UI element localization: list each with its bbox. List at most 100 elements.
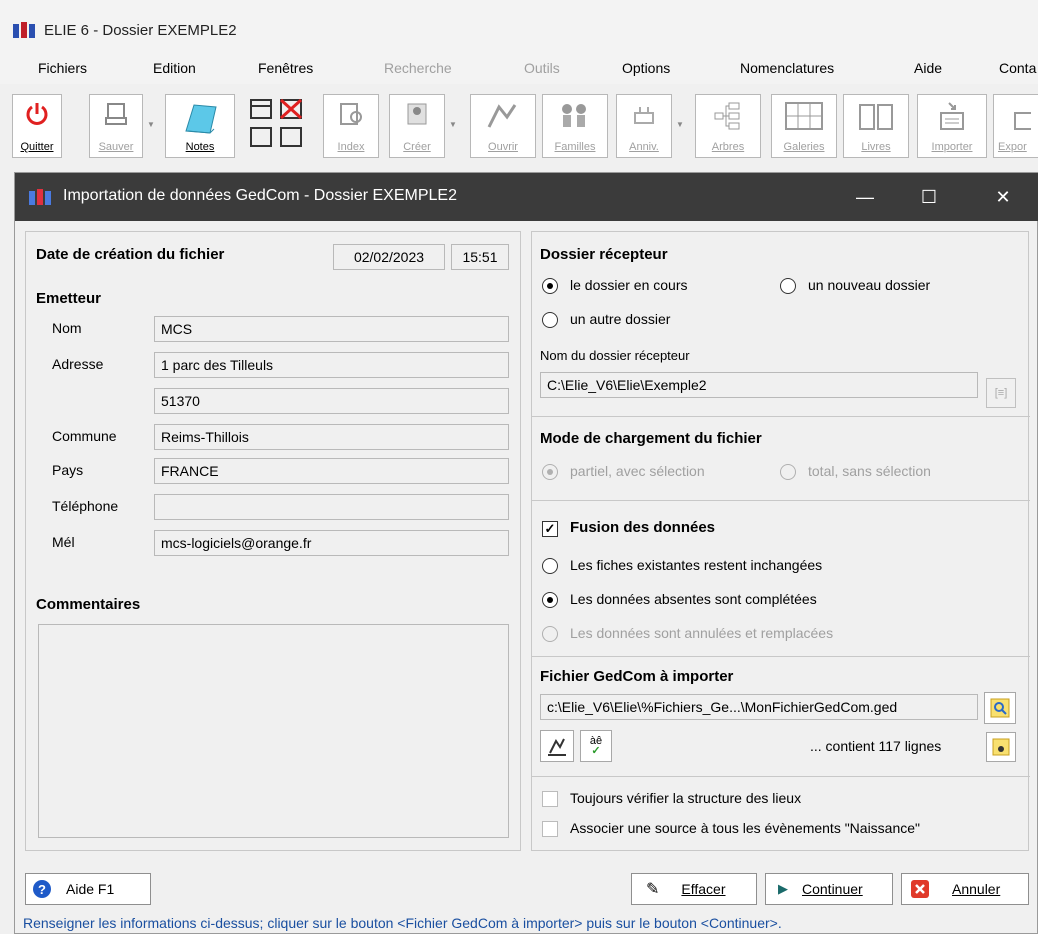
window-tiles-icon[interactable] bbox=[247, 98, 307, 156]
notes-button[interactable]: Notes bbox=[165, 94, 235, 158]
radio-donnees-remplacees[interactable] bbox=[542, 626, 558, 642]
continuer-button[interactable]: ▶ Continuer bbox=[765, 873, 893, 905]
gedcom-path-field: c:\Elie_V6\Elie\%Fichiers_Ge...\MonFichi… bbox=[540, 694, 978, 720]
person-icon bbox=[407, 103, 427, 125]
folder-browse-icon: [≡] bbox=[994, 387, 1008, 399]
cancel-icon bbox=[911, 880, 929, 898]
adresse-line1-field[interactable]: 1 parc des Tilleuls bbox=[154, 352, 509, 378]
nom-recepteur-field: C:\Elie_V6\Elie\Exemple2 bbox=[540, 372, 978, 398]
gedcom-browse-button[interactable] bbox=[984, 692, 1016, 724]
verifier-lieux-label: Toujours vérifier la structure des lieux bbox=[570, 790, 802, 806]
search-file-icon bbox=[990, 698, 1010, 718]
creer-button[interactable]: Créer bbox=[389, 94, 445, 158]
nom-recepteur-label: Nom du dossier récepteur bbox=[540, 348, 690, 363]
menu-fenetres[interactable]: Fenêtres bbox=[258, 60, 313, 76]
aide-button[interactable]: ? Aide F1 bbox=[25, 873, 151, 905]
radio-autre-dossier[interactable] bbox=[542, 312, 558, 328]
anniv-button[interactable]: Anniv. bbox=[616, 94, 672, 158]
index-button[interactable]: Index bbox=[323, 94, 379, 158]
export-button[interactable]: Expor bbox=[993, 94, 1038, 158]
creation-time-field: 15:51 bbox=[451, 244, 509, 270]
export-icon bbox=[1014, 112, 1031, 130]
app-logo-icon bbox=[13, 22, 35, 38]
menu-outils[interactable]: Outils bbox=[524, 60, 560, 76]
ouvrir-icon bbox=[487, 104, 517, 128]
app-title: ELIE 6 - Dossier EXEMPLE2 bbox=[44, 22, 237, 39]
commune-label: Commune bbox=[52, 428, 117, 444]
anniv-dropdown-icon[interactable]: ▼ bbox=[676, 120, 684, 129]
creation-date-label: Date de création du fichier bbox=[36, 246, 225, 263]
status-bar-text: Renseigner les informations ci-dessus; c… bbox=[23, 915, 782, 931]
quitter-button[interactable]: Quitter bbox=[12, 94, 62, 158]
emetteur-heading: Emetteur bbox=[36, 290, 102, 307]
import-icon bbox=[940, 102, 964, 130]
creation-date-field: 02/02/2023 bbox=[333, 244, 445, 270]
separator bbox=[532, 776, 1030, 777]
radio-donnees-completees[interactable] bbox=[542, 592, 558, 608]
adresse-line2-field[interactable]: 51370 bbox=[154, 388, 509, 414]
menu-recherche[interactable]: Recherche bbox=[384, 60, 452, 76]
radio-nouveau-dossier[interactable] bbox=[780, 278, 796, 294]
radio-total[interactable] bbox=[780, 464, 796, 480]
associer-source-checkbox[interactable] bbox=[542, 821, 558, 837]
gedcom-heading: Fichier GedCom à importer bbox=[540, 668, 734, 685]
menu-options[interactable]: Options bbox=[622, 60, 670, 76]
sauver-dropdown-icon[interactable]: ▼ bbox=[147, 120, 155, 129]
mel-field[interactable]: mcs-logiciels@orange.fr bbox=[154, 530, 509, 556]
nom-label: Nom bbox=[52, 320, 82, 336]
ouvrir-button[interactable]: Ouvrir bbox=[470, 94, 536, 158]
gedcom-view-button[interactable] bbox=[986, 732, 1016, 762]
minimize-icon[interactable]: — bbox=[845, 183, 885, 211]
telephone-label: Téléphone bbox=[52, 498, 119, 514]
menu-nomenclatures[interactable]: Nomenclatures bbox=[740, 60, 834, 76]
radio-fiches-inchangees[interactable] bbox=[542, 558, 558, 574]
nom-field[interactable]: MCS bbox=[154, 316, 509, 342]
menu-fichiers[interactable]: Fichiers bbox=[38, 60, 87, 76]
tools-icon bbox=[548, 738, 566, 756]
menu-aide[interactable]: Aide bbox=[914, 60, 942, 76]
verifier-lieux-checkbox[interactable] bbox=[542, 791, 558, 807]
view-file-icon bbox=[992, 738, 1010, 756]
close-icon[interactable]: ✕ bbox=[983, 183, 1023, 211]
radio-dossier-en-cours-label: le dossier en cours bbox=[570, 277, 688, 293]
radio-partiel[interactable] bbox=[542, 464, 558, 480]
tree-icon bbox=[714, 102, 740, 130]
commentaires-textarea[interactable] bbox=[38, 624, 509, 838]
commune-field[interactable]: Reims-Thillois bbox=[154, 424, 509, 450]
pays-field[interactable]: FRANCE bbox=[154, 458, 509, 484]
left-panel: Date de création du fichier 02/02/2023 1… bbox=[25, 231, 521, 851]
importer-button[interactable]: Importer bbox=[917, 94, 987, 158]
radio-dossier-en-cours[interactable] bbox=[542, 278, 558, 294]
svg-text:?: ? bbox=[38, 882, 46, 897]
gedcom-analyse-button[interactable] bbox=[540, 730, 574, 762]
power-icon bbox=[26, 103, 48, 125]
familles-button[interactable]: Familles bbox=[542, 94, 608, 158]
gallery-icon bbox=[785, 102, 823, 130]
app-title-bar: ELIE 6 - Dossier EXEMPLE2 bbox=[0, 0, 1038, 56]
browse-recepteur-button[interactable]: [≡] bbox=[986, 378, 1016, 408]
recepteur-heading: Dossier récepteur bbox=[540, 246, 668, 263]
annuler-button[interactable]: Annuler bbox=[901, 873, 1029, 905]
notes-icon bbox=[185, 104, 217, 134]
window-tools bbox=[241, 94, 311, 158]
associer-source-label: Associer une source à tous les évènement… bbox=[570, 820, 921, 836]
app-window: ELIE 6 - Dossier EXEMPLE2 Fichiers Editi… bbox=[0, 0, 1038, 934]
menu-conta[interactable]: Conta bbox=[999, 60, 1036, 76]
livres-button[interactable]: Livres bbox=[843, 94, 909, 158]
gedcom-accents-button[interactable]: àê ✓ bbox=[580, 730, 612, 762]
toolbar: Quitter Sauver ▼ Notes Index Créer ▼ Ouv… bbox=[0, 90, 1038, 162]
gedcom-line-count: ... contient 117 lignes bbox=[810, 738, 942, 754]
eraser-icon: ✎ bbox=[646, 881, 660, 898]
telephone-field[interactable] bbox=[154, 494, 509, 520]
radio-fiches-inchangees-label: Les fiches existantes restent inchangées bbox=[570, 557, 823, 573]
maximize-icon[interactable]: ☐ bbox=[909, 183, 949, 211]
menu-bar: Fichiers Edition Fenêtres Recherche Outi… bbox=[0, 56, 1038, 84]
creer-dropdown-icon[interactable]: ▼ bbox=[449, 120, 457, 129]
cake-icon bbox=[634, 107, 654, 124]
fusion-checkbox[interactable]: ✓ bbox=[542, 521, 558, 537]
galeries-button[interactable]: Galeries bbox=[771, 94, 837, 158]
arbres-button[interactable]: Arbres bbox=[695, 94, 761, 158]
sauver-button[interactable]: Sauver bbox=[89, 94, 143, 158]
effacer-button[interactable]: ✎ Effacer bbox=[631, 873, 757, 905]
menu-edition[interactable]: Edition bbox=[153, 60, 196, 76]
